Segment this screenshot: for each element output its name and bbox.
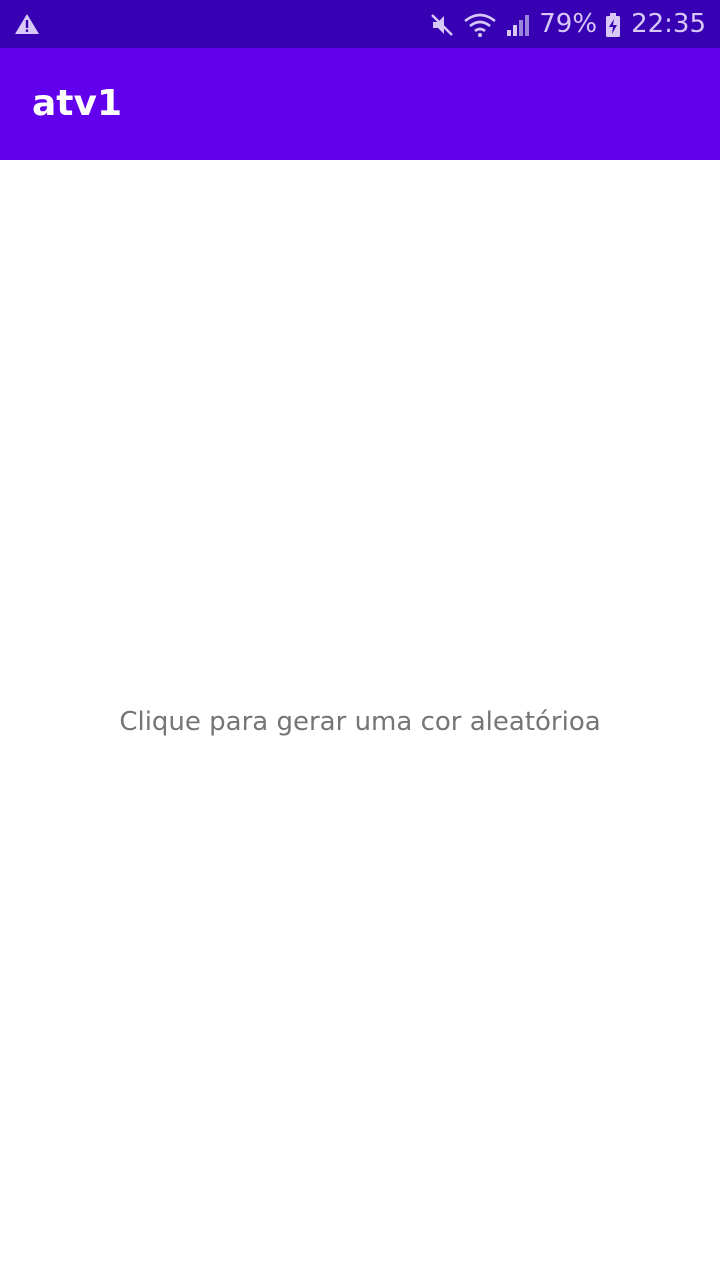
warning-icon <box>14 12 40 36</box>
prompt-text[interactable]: Clique para gerar uma cor aleatórioa <box>0 700 720 744</box>
signal-icon <box>505 12 531 36</box>
main-content[interactable]: Clique para gerar uma cor aleatórioa <box>0 160 720 1280</box>
status-bar: 79% 22:35 <box>0 0 720 48</box>
battery-percent: 79% <box>539 9 598 39</box>
app-bar: atv1 <box>0 48 720 160</box>
battery-charging-icon <box>605 12 621 37</box>
mute-icon <box>429 12 455 36</box>
clock: 22:35 <box>631 9 706 39</box>
status-icons: 79% 22:35 <box>429 0 706 48</box>
app-title: atv1 <box>32 83 123 124</box>
wifi-icon <box>463 12 497 37</box>
